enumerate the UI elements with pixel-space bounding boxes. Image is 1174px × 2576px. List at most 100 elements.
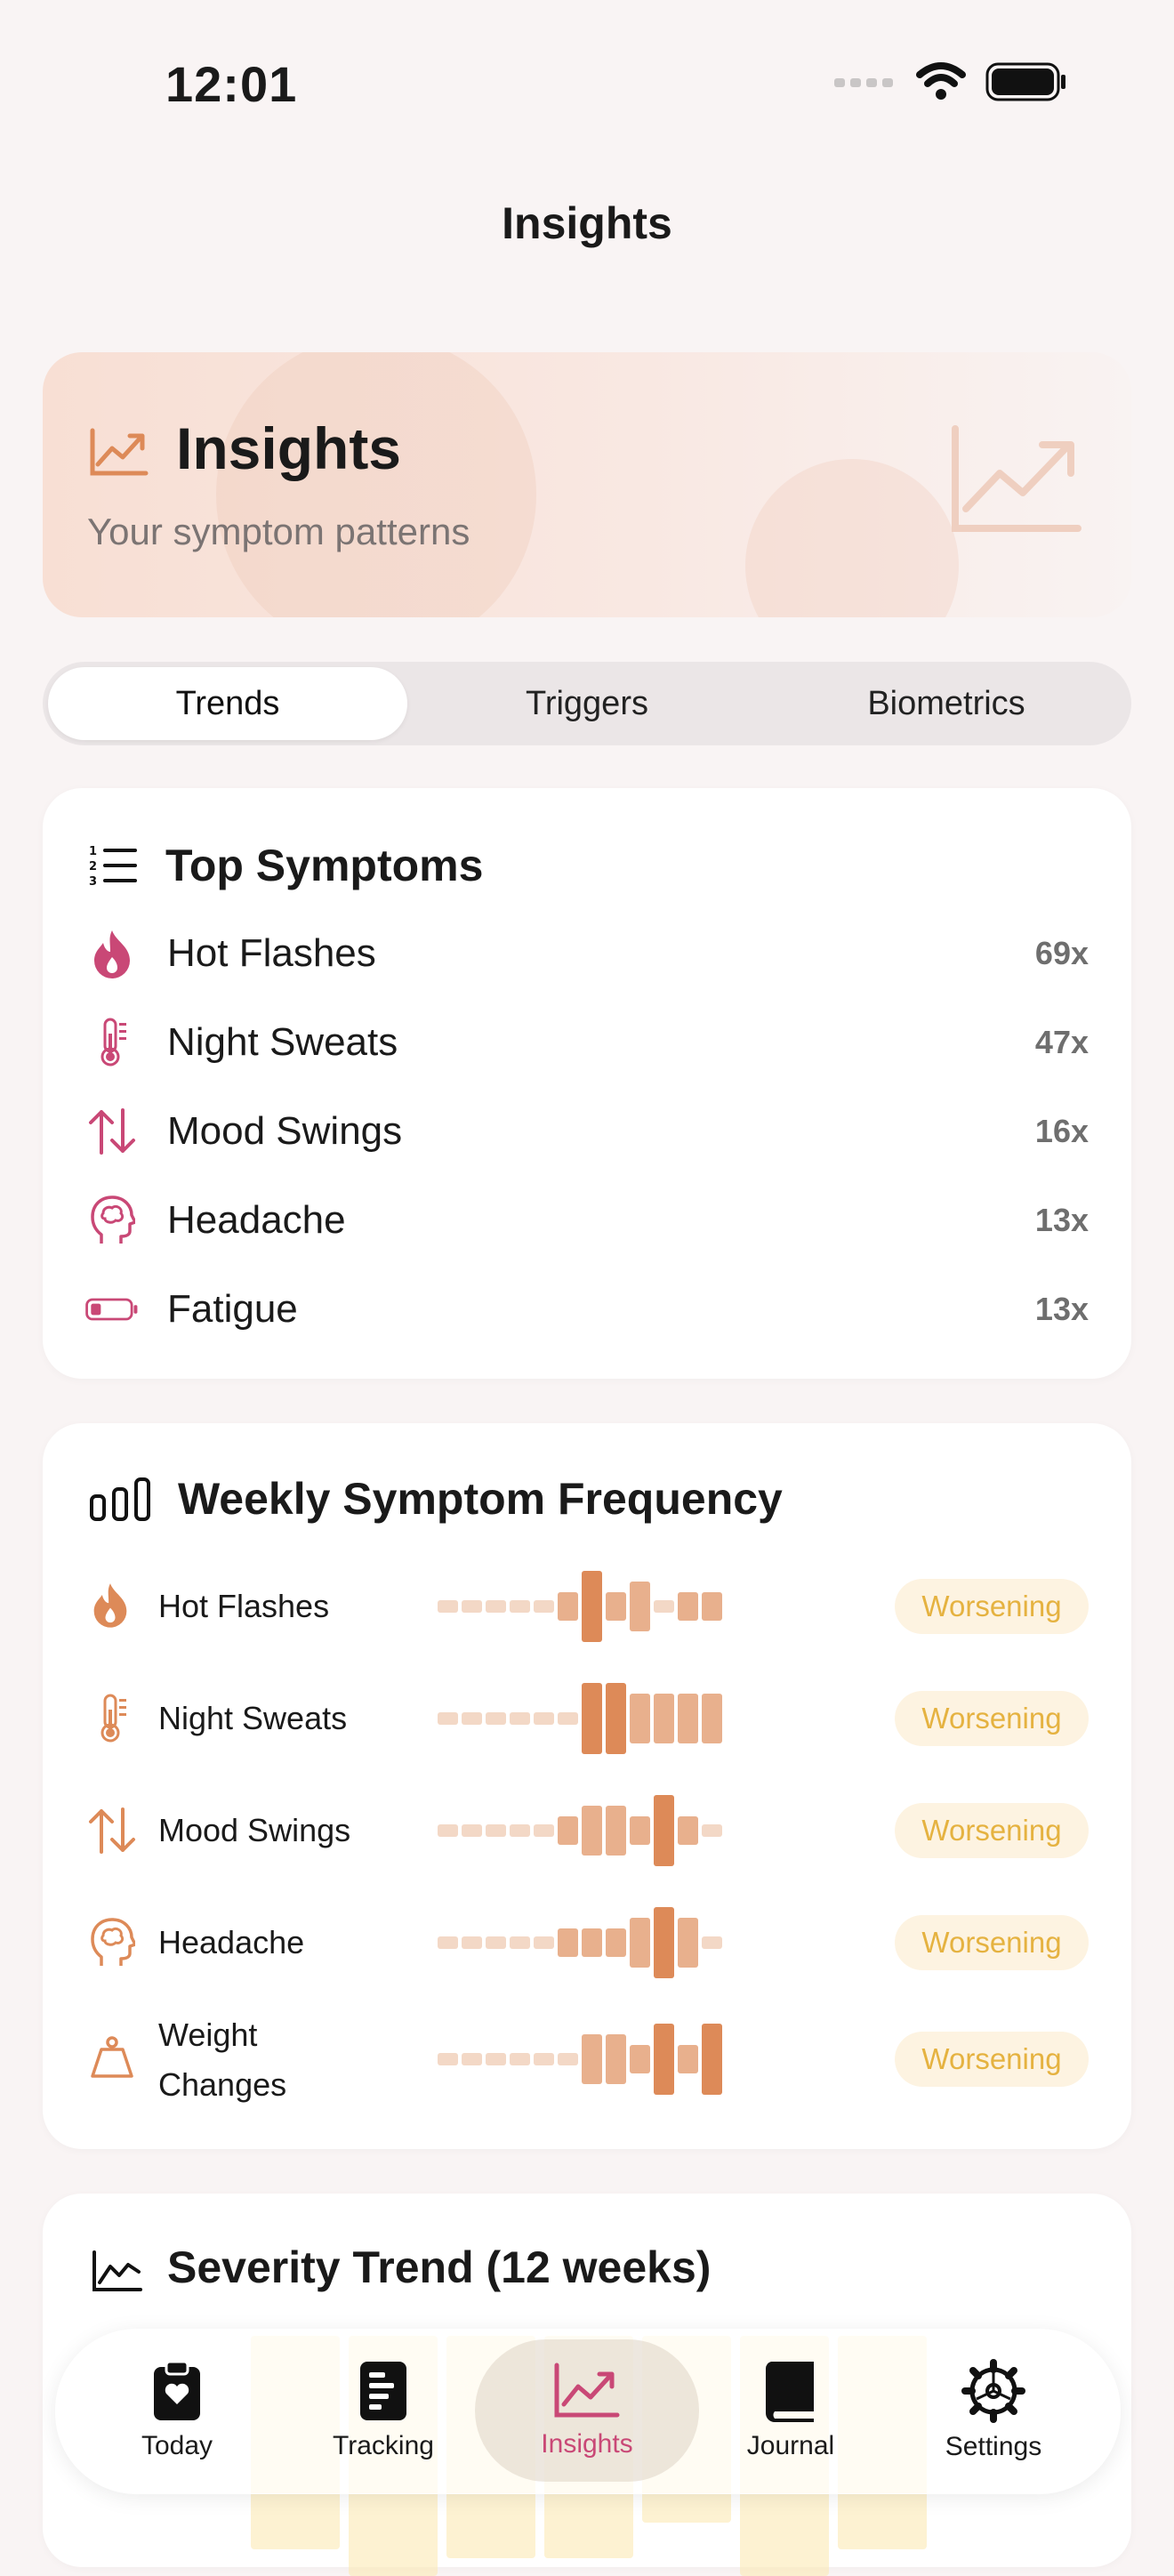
book-icon (765, 2362, 814, 2422)
frequency-bar (534, 1824, 554, 1837)
wifi-icon (916, 62, 966, 100)
brain-head-icon (91, 1918, 135, 1966)
tab-biometrics[interactable]: Biometrics (767, 667, 1126, 740)
frequency-bar (510, 1712, 530, 1725)
frequency-label: Headache (158, 1924, 305, 1960)
frequency-row[interactable]: Hot Flashes Worsening (85, 1571, 1089, 1642)
tab-settings[interactable]: Settings (900, 2329, 1087, 2492)
frequency-bar (486, 1600, 506, 1613)
frequency-bar (438, 1936, 458, 1949)
symptom-count: 47x (1034, 1024, 1089, 1060)
symptom-count: 13x (1034, 1202, 1089, 1238)
battery-icon (985, 62, 1065, 101)
frequency-bar (462, 2053, 482, 2065)
status-badge: Worsening (895, 2032, 1089, 2087)
frequency-bars (438, 1683, 722, 1754)
list-item[interactable]: Mood Swings 16x (85, 1096, 1089, 1167)
frequency-bar (558, 1592, 578, 1621)
status-badge: Worsening (895, 1579, 1089, 1634)
symptom-label: Night Sweats (167, 1020, 398, 1064)
tab-insights[interactable]: Insights (494, 2329, 680, 2492)
frequency-bar (678, 2045, 698, 2073)
frequency-bar (486, 1936, 506, 1949)
frequency-bar (438, 1824, 458, 1837)
frequency-bar (462, 1600, 482, 1613)
frequency-bar (606, 2034, 626, 2084)
symptom-count: 69x (1034, 935, 1089, 971)
frequency-bar (486, 2053, 506, 2065)
frequency-bar (606, 1928, 626, 1957)
frequency-bar (678, 1816, 698, 1845)
brain-head-icon (85, 1194, 139, 1247)
symptom-label: Mood Swings (167, 1109, 403, 1153)
list-item[interactable]: Hot Flashes 69x (85, 918, 1089, 989)
flame-icon (93, 1583, 127, 1628)
frequency-bars (438, 1571, 722, 1642)
list-item[interactable]: Fatigue 13x (85, 1274, 1089, 1345)
top-symptoms-card: 1 2 3 Top Symptoms Hot Flashes 69x Night… (43, 788, 1131, 1379)
weekly-frequency-title: Weekly Symptom Frequency (178, 1474, 783, 1524)
frequency-row[interactable]: Night Sweats Worsening (85, 1683, 1089, 1754)
frequency-bar (582, 1571, 602, 1642)
thermometer-icon (85, 1016, 139, 1069)
frequency-bar (582, 2034, 602, 2084)
frequency-bar (678, 1592, 698, 1621)
tab-label: Settings (945, 2432, 1042, 2461)
chart-line-icon (554, 2363, 620, 2418)
frequency-bar (510, 2053, 530, 2065)
tab-label: Today (141, 2431, 213, 2460)
symptom-label: Headache (167, 1198, 346, 1242)
cellular-signal-icon (834, 78, 893, 87)
frequency-bar (630, 2045, 650, 2073)
frequency-bars (438, 2024, 722, 2095)
nav-title: Insights (502, 198, 672, 248)
frequency-bar (678, 1694, 698, 1743)
list-item[interactable]: Night Sweats 47x (85, 1007, 1089, 1078)
frequency-bar (630, 1918, 650, 1968)
flame-icon (85, 927, 139, 980)
frequency-bar (438, 1712, 458, 1725)
frequency-row[interactable]: Headache Worsening (85, 1907, 1089, 1978)
frequency-bar (702, 1824, 722, 1837)
frequency-bar (582, 1806, 602, 1856)
frequency-bar (678, 1918, 698, 1968)
frequency-bar (582, 1928, 602, 1957)
frequency-bar (654, 1907, 674, 1978)
bar-chart-icon (90, 1477, 150, 1521)
frequency-bar (702, 1694, 722, 1743)
status-badge: Worsening (895, 1915, 1089, 1970)
insights-segmented-control: Trends Triggers Biometrics (43, 662, 1131, 745)
hero-decor-circle (216, 352, 536, 617)
scale-weight-icon (91, 2036, 133, 2078)
tab-today[interactable]: Today (84, 2329, 270, 2492)
list-item[interactable]: Headache 13x (85, 1185, 1089, 1256)
frequency-bar (510, 1936, 530, 1949)
tab-triggers[interactable]: Triggers (407, 667, 767, 740)
tab-trends[interactable]: Trends (48, 667, 407, 740)
tab-label: Tracking (333, 2431, 434, 2460)
low-battery-icon (85, 1283, 139, 1336)
frequency-bar (702, 2024, 722, 2095)
frequency-bar (462, 1936, 482, 1949)
gear-icon (961, 2359, 1025, 2423)
tab-tracking[interactable]: Tracking (290, 2329, 477, 2492)
up-down-arrows-icon (89, 1807, 135, 1854)
svg-text:2: 2 (89, 860, 97, 873)
tab-journal[interactable]: Journal (697, 2329, 884, 2492)
frequency-bar (630, 1694, 650, 1743)
frequency-row[interactable]: Mood Swings Worsening (85, 1795, 1089, 1866)
frequency-label: Hot Flashes (158, 1588, 330, 1624)
symptom-count: 16x (1034, 1113, 1089, 1149)
frequency-bar (438, 2053, 458, 2065)
status-badge: Worsening (895, 1803, 1089, 1858)
frequency-label: Night Sweats (158, 1700, 348, 1736)
frequency-row[interactable]: Weight Changes Worsening (85, 2010, 1089, 2108)
frequency-bar (534, 1712, 554, 1725)
frequency-bar (654, 1694, 674, 1743)
clipboard-heart-icon (154, 2360, 200, 2420)
status-time: 12:01 (165, 56, 298, 112)
frequency-bar (438, 1600, 458, 1613)
frequency-bars (438, 1907, 722, 1978)
chart-line-icon (92, 2250, 142, 2291)
list-document-icon (360, 2362, 406, 2420)
